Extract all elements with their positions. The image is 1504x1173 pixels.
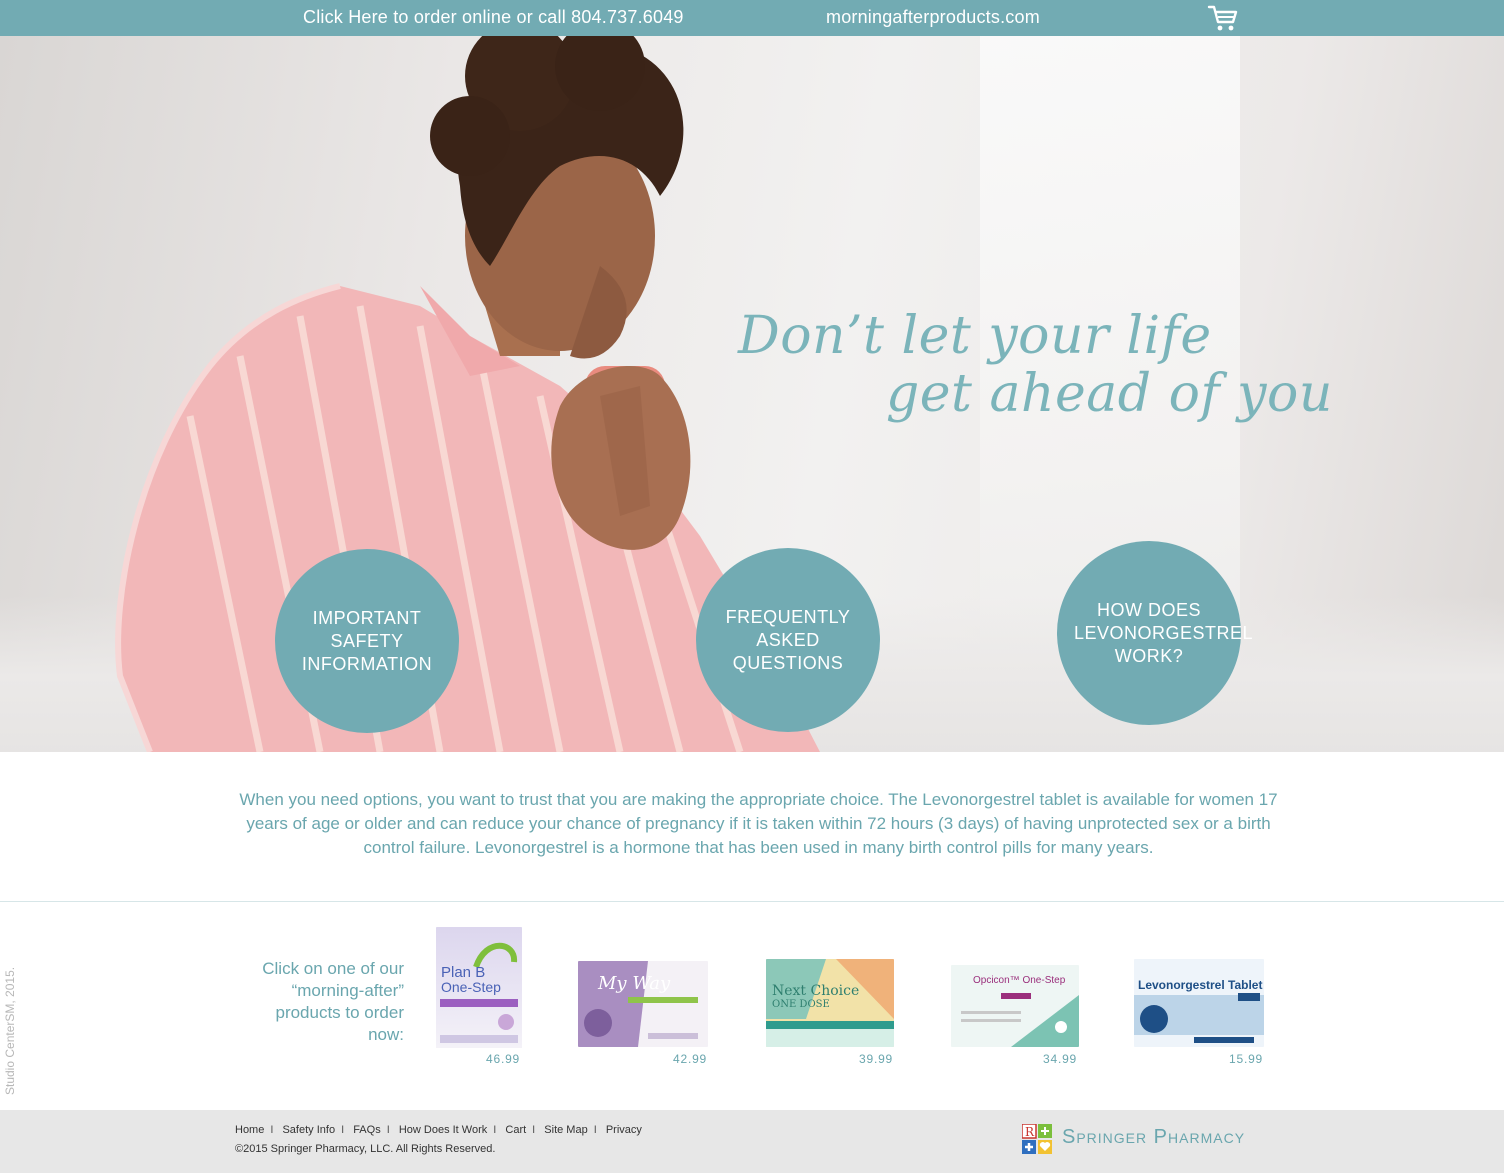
product-price: 34.99 <box>1043 1052 1078 1066</box>
section-divider <box>0 901 1504 902</box>
brand-name: Springer Pharmacy <box>1062 1126 1246 1148</box>
products-prompt: Click on one of our “morning-after” prod… <box>262 959 404 1044</box>
faq-label: FREQUENTLY ASKED QUESTIONS <box>725 606 851 673</box>
intro-paragraph: When you need options, you want to trust… <box>239 790 1278 857</box>
svg-text:R: R <box>1025 1125 1035 1139</box>
how-it-works-button[interactable]: HOW DOES LEVONORGESTREL WORK? <box>1057 541 1254 725</box>
footer-link-home[interactable]: Home <box>235 1124 264 1136</box>
faq-button[interactable]: FREQUENTLY ASKED QUESTIONS <box>696 548 880 732</box>
shopping-cart-icon[interactable] <box>1207 4 1239 32</box>
tagline-line-2: get ahead of you <box>886 364 1333 424</box>
svg-text:ONE DOSE: ONE DOSE <box>772 999 830 1010</box>
safety-info-button[interactable]: IMPORTANT SAFETY INFORMATION <box>275 549 459 733</box>
product-opcicon[interactable]: Opcicon™ One-Step 34.99 <box>951 965 1086 1069</box>
svg-text:One-Step: One-Step <box>441 979 501 995</box>
top-bar: Click Here to order online or call 804.7… <box>0 0 1504 36</box>
product-box-image: Opcicon™ One-Step <box>951 965 1079 1047</box>
footer: Home I Safety Info I FAQs I How Does It Wor… <box>0 1110 1504 1173</box>
svg-text:Next Choice: Next Choice <box>772 983 859 999</box>
product-levonorgestrel[interactable]: Levonorgestrel Tablet 15.99 <box>1134 959 1269 1069</box>
photo-credit: Studio CenterSM, 2015. <box>3 966 17 1095</box>
safety-info-label: IMPORTANT SAFETY INFORMATION <box>301 607 433 674</box>
product-price: 42.99 <box>673 1052 708 1066</box>
footer-link-safety-info[interactable]: Safety Info <box>282 1124 335 1136</box>
product-price: 46.99 <box>486 1052 521 1066</box>
footer-link-how-it-works[interactable]: How Does It Work <box>399 1124 487 1136</box>
product-price: 15.99 <box>1229 1052 1264 1066</box>
product-price: 39.99 <box>859 1052 894 1066</box>
product-my-way[interactable]: My Way 42.99 <box>578 961 713 1071</box>
svg-text:Levonorgestrel Tablet: Levonorgestrel Tablet <box>1138 978 1262 992</box>
svg-text:My Way: My Way <box>597 973 671 994</box>
order-online-link[interactable]: Click Here to order online or call 804.7… <box>303 7 684 28</box>
footer-link-privacy[interactable]: Privacy <box>606 1124 642 1136</box>
how-it-works-label: HOW DOES LEVONORGESTREL WORK? <box>1074 599 1254 666</box>
hero-banner: Don’t let your life get ahead of you IMP… <box>0 36 1504 752</box>
product-box-image: Levonorgestrel Tablet <box>1134 959 1264 1047</box>
product-box-image: Plan B One-Step <box>436 927 522 1048</box>
springer-logo-icon: R <box>1022 1124 1052 1154</box>
footer-link-faqs[interactable]: FAQs <box>353 1124 381 1136</box>
footer-link-site-map[interactable]: Site Map <box>544 1124 587 1136</box>
footer-link-cart[interactable]: Cart <box>505 1124 526 1136</box>
footer-nav: Home I Safety Info I FAQs I How Does It Wor… <box>235 1124 642 1136</box>
product-box-image: My Way <box>578 961 708 1047</box>
product-next-choice[interactable]: Next Choice ONE DOSE 39.99 <box>766 959 901 1069</box>
tagline-line-1: Don’t let your life <box>738 306 1212 366</box>
product-plan-b[interactable]: Plan B One-Step 46.99 <box>436 927 526 1067</box>
site-url-link[interactable]: morningafterproducts.com <box>826 7 1040 28</box>
copyright: ©2015 Springer Pharmacy, LLC. All Rights… <box>235 1143 496 1155</box>
svg-text:Opcicon™ One-Step: Opcicon™ One-Step <box>973 975 1066 986</box>
product-box-image: Next Choice ONE DOSE <box>766 959 894 1047</box>
